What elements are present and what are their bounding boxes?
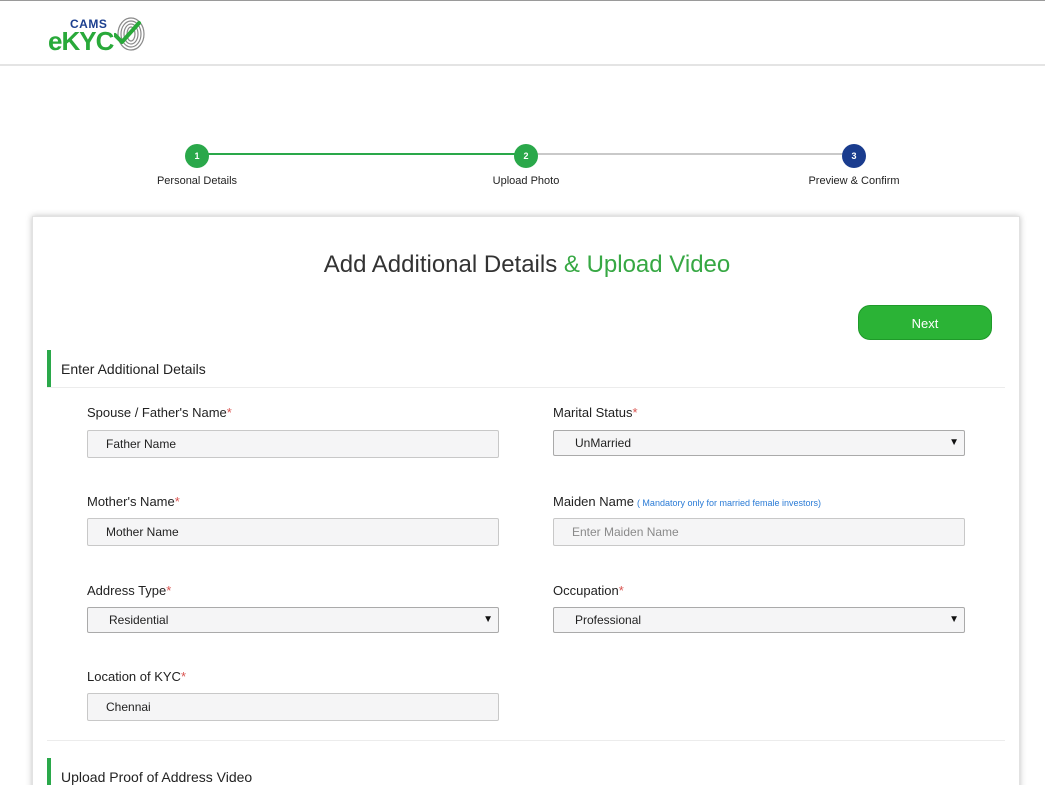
required-mark: *: [174, 494, 180, 509]
address-type-select[interactable]: Residential ▼: [87, 607, 499, 633]
marital-status-label-text: Marital Status: [553, 405, 633, 420]
step-preview-confirm[interactable]: 3 Preview & Confirm: [774, 140, 934, 187]
page-title: Add Additional Details & Upload Video: [33, 251, 1021, 279]
marital-status-value: UnMarried: [575, 436, 632, 450]
section-additional-details-title: Enter Additional Details: [61, 361, 206, 377]
maiden-name-hint: ( Mandatory only for married female inve…: [636, 498, 822, 508]
step-3-badge: 3: [842, 144, 866, 168]
required-mark: *: [180, 669, 187, 684]
address-type-value: Residential: [109, 613, 169, 627]
occupation-select[interactable]: Professional ▼: [553, 607, 965, 633]
mother-name-input[interactable]: Mother Name: [87, 518, 499, 546]
address-type-label: Address Type*: [87, 583, 171, 598]
address-type-label-text: Address Type: [87, 583, 167, 598]
occupation-label-text: Occupation: [553, 583, 619, 598]
step-1-badge: 1: [185, 144, 209, 168]
mother-name-label: Mother's Name*: [87, 494, 180, 509]
maiden-name-label-text: Maiden Name: [553, 494, 634, 509]
section-divider: [47, 740, 1005, 741]
section-additional-details: Enter Additional Details: [47, 350, 1005, 388]
kyc-location-label-text: Location of KYC: [87, 669, 181, 684]
step-upload-photo[interactable]: 2 Upload Photo: [446, 140, 606, 187]
details-card: Add Additional Details & Upload Video Ne…: [32, 216, 1020, 785]
kyc-location-input[interactable]: Chennai: [87, 693, 499, 721]
required-mark: *: [632, 405, 638, 420]
mother-name-label-text: Mother's Name: [87, 494, 175, 509]
progress-stepper: 1 Personal Details 2 Upload Photo 3 Prev…: [0, 140, 1045, 200]
occupation-label: Occupation*: [553, 583, 624, 598]
spouse-name-input[interactable]: Father Name: [87, 430, 499, 458]
step-2-label: Upload Photo: [492, 175, 560, 187]
maiden-name-input[interactable]: Enter Maiden Name: [553, 518, 965, 546]
logo-ekyc-text: eKYC: [48, 26, 114, 56]
marital-status-label: Marital Status*: [553, 405, 638, 420]
cams-ekyc-logo[interactable]: CAMS eKYC: [47, 15, 147, 56]
dropdown-arrow-icon: ▼: [949, 437, 959, 448]
page-title-main: Add Additional Details: [323, 251, 558, 278]
page-title-accent: & Upload Video: [563, 251, 731, 278]
step-2-badge: 2: [514, 144, 538, 168]
required-mark: *: [166, 583, 172, 598]
kyc-location-label: Location of KYC*: [87, 669, 186, 684]
marital-status-select[interactable]: UnMarried ▼: [553, 430, 965, 456]
dropdown-arrow-icon: ▼: [949, 614, 959, 625]
dropdown-arrow-icon: ▼: [483, 614, 493, 625]
required-mark: *: [618, 583, 624, 598]
top-header: CAMS eKYC: [0, 0, 1045, 66]
next-button[interactable]: Next: [858, 305, 992, 340]
step-personal-details[interactable]: 1 Personal Details: [117, 140, 277, 187]
occupation-value: Professional: [575, 613, 642, 627]
spouse-name-label: Spouse / Father's Name*: [87, 405, 232, 420]
required-mark: *: [226, 405, 232, 420]
section-address-video: Upload Proof of Address Video: [47, 758, 1005, 785]
maiden-name-label: Maiden Name( Mandatory only for married …: [553, 494, 821, 509]
spouse-name-label-text: Spouse / Father's Name: [87, 405, 227, 420]
step-3-label: Preview & Confirm: [808, 175, 900, 187]
section-address-video-title: Upload Proof of Address Video: [61, 769, 253, 785]
fingerprint-check-icon: [114, 17, 145, 51]
step-1-label: Personal Details: [156, 175, 238, 187]
section-divider: [47, 387, 1005, 388]
